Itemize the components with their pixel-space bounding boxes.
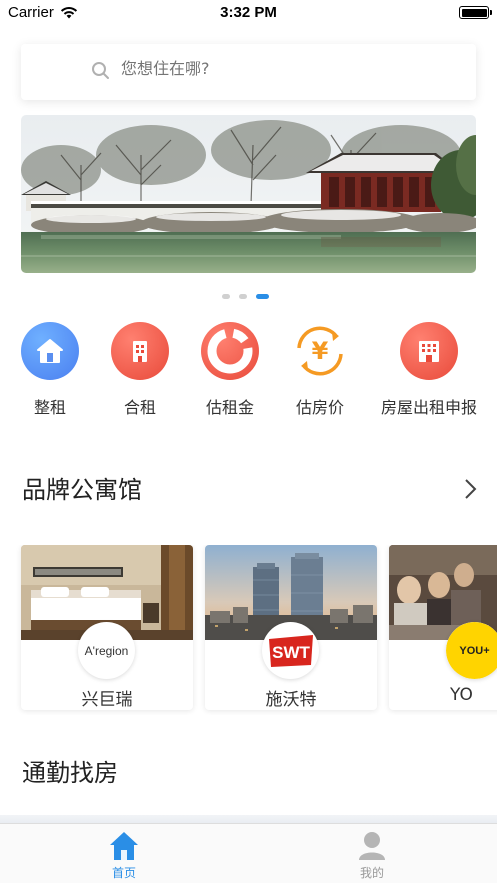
bottom-tab-bar: 首页 我的 — [0, 823, 497, 883]
brand-logo: SWT — [262, 622, 319, 679]
clock: 3:32 PM — [220, 4, 277, 21]
banner-image — [21, 115, 476, 273]
category-estimate-price[interactable]: ¥ 估房价 — [275, 322, 365, 418]
category-grid: 整租 合租 估租金 ¥ 估房价 房屋出租申报 — [0, 322, 497, 422]
carousel-pager — [222, 294, 269, 299]
pager-dot-active[interactable] — [256, 294, 269, 299]
home-icon — [110, 832, 138, 860]
brand-card[interactable]: SWT 施沃特 — [205, 545, 377, 710]
brand-logo-text: A'region — [84, 643, 129, 658]
category-label: 合租 — [123, 398, 156, 417]
brand-name: 施沃特 — [265, 690, 317, 710]
tab-label: 我的 — [359, 866, 384, 880]
category-estimate-rent[interactable]: 估租金 — [185, 322, 275, 418]
brand-card[interactable]: A'region 兴巨瑞 — [21, 545, 193, 710]
commute-content-edge — [0, 815, 497, 823]
house-icon — [21, 322, 79, 380]
building-icon — [111, 322, 169, 380]
category-whole-rent[interactable]: 整租 — [5, 322, 95, 418]
brand-section-title: 品牌公寓馆 — [22, 476, 142, 504]
commute-section-title: 通勤找房 — [22, 759, 118, 787]
user-icon — [359, 832, 385, 860]
brand-carousel[interactable]: A'region 兴巨瑞 SWT 施沃特 YOU+ YO — [0, 545, 497, 715]
brand-card[interactable]: YOU+ YO — [389, 545, 497, 710]
apartment-icon — [400, 322, 458, 380]
search-icon — [92, 62, 109, 79]
category-shared-rent[interactable]: 合租 — [95, 322, 185, 418]
brand-logo-text: SWT — [272, 643, 310, 662]
brand-logo-text: YOU+ — [459, 644, 490, 657]
brand-name: YO — [450, 685, 473, 705]
battery-icon — [459, 6, 492, 19]
swt-logo: SWT — [268, 634, 313, 667]
brand-name: 兴巨瑞 — [81, 690, 133, 710]
pager-dot[interactable] — [222, 294, 230, 299]
tab-label: 首页 — [111, 866, 136, 880]
status-bar: Carrier 3:32 PM — [0, 0, 497, 26]
ring-chart-icon — [201, 322, 259, 380]
svg-text:¥: ¥ — [312, 337, 329, 365]
category-label: 整租 — [33, 398, 66, 417]
pager-dot[interactable] — [239, 294, 247, 299]
you-plus-logo: YOU+ — [446, 622, 497, 679]
yuan-refresh-icon: ¥ — [291, 322, 349, 380]
category-rental-declaration[interactable]: 房屋出租申报 — [373, 322, 485, 418]
category-label: 估租金 — [205, 398, 254, 417]
search-bar[interactable] — [21, 44, 476, 100]
tab-mine[interactable]: 我的 — [248, 824, 496, 883]
category-label: 房屋出租申报 — [380, 398, 477, 417]
category-label: 估房价 — [295, 398, 344, 417]
chevron-right-icon[interactable] — [463, 478, 477, 500]
tab-home[interactable]: 首页 — [0, 824, 248, 883]
brand-logo: A'region — [78, 622, 135, 679]
brand-logo: YOU+ — [446, 622, 497, 679]
banner-carousel[interactable] — [21, 115, 476, 273]
search-input[interactable] — [121, 59, 421, 78]
